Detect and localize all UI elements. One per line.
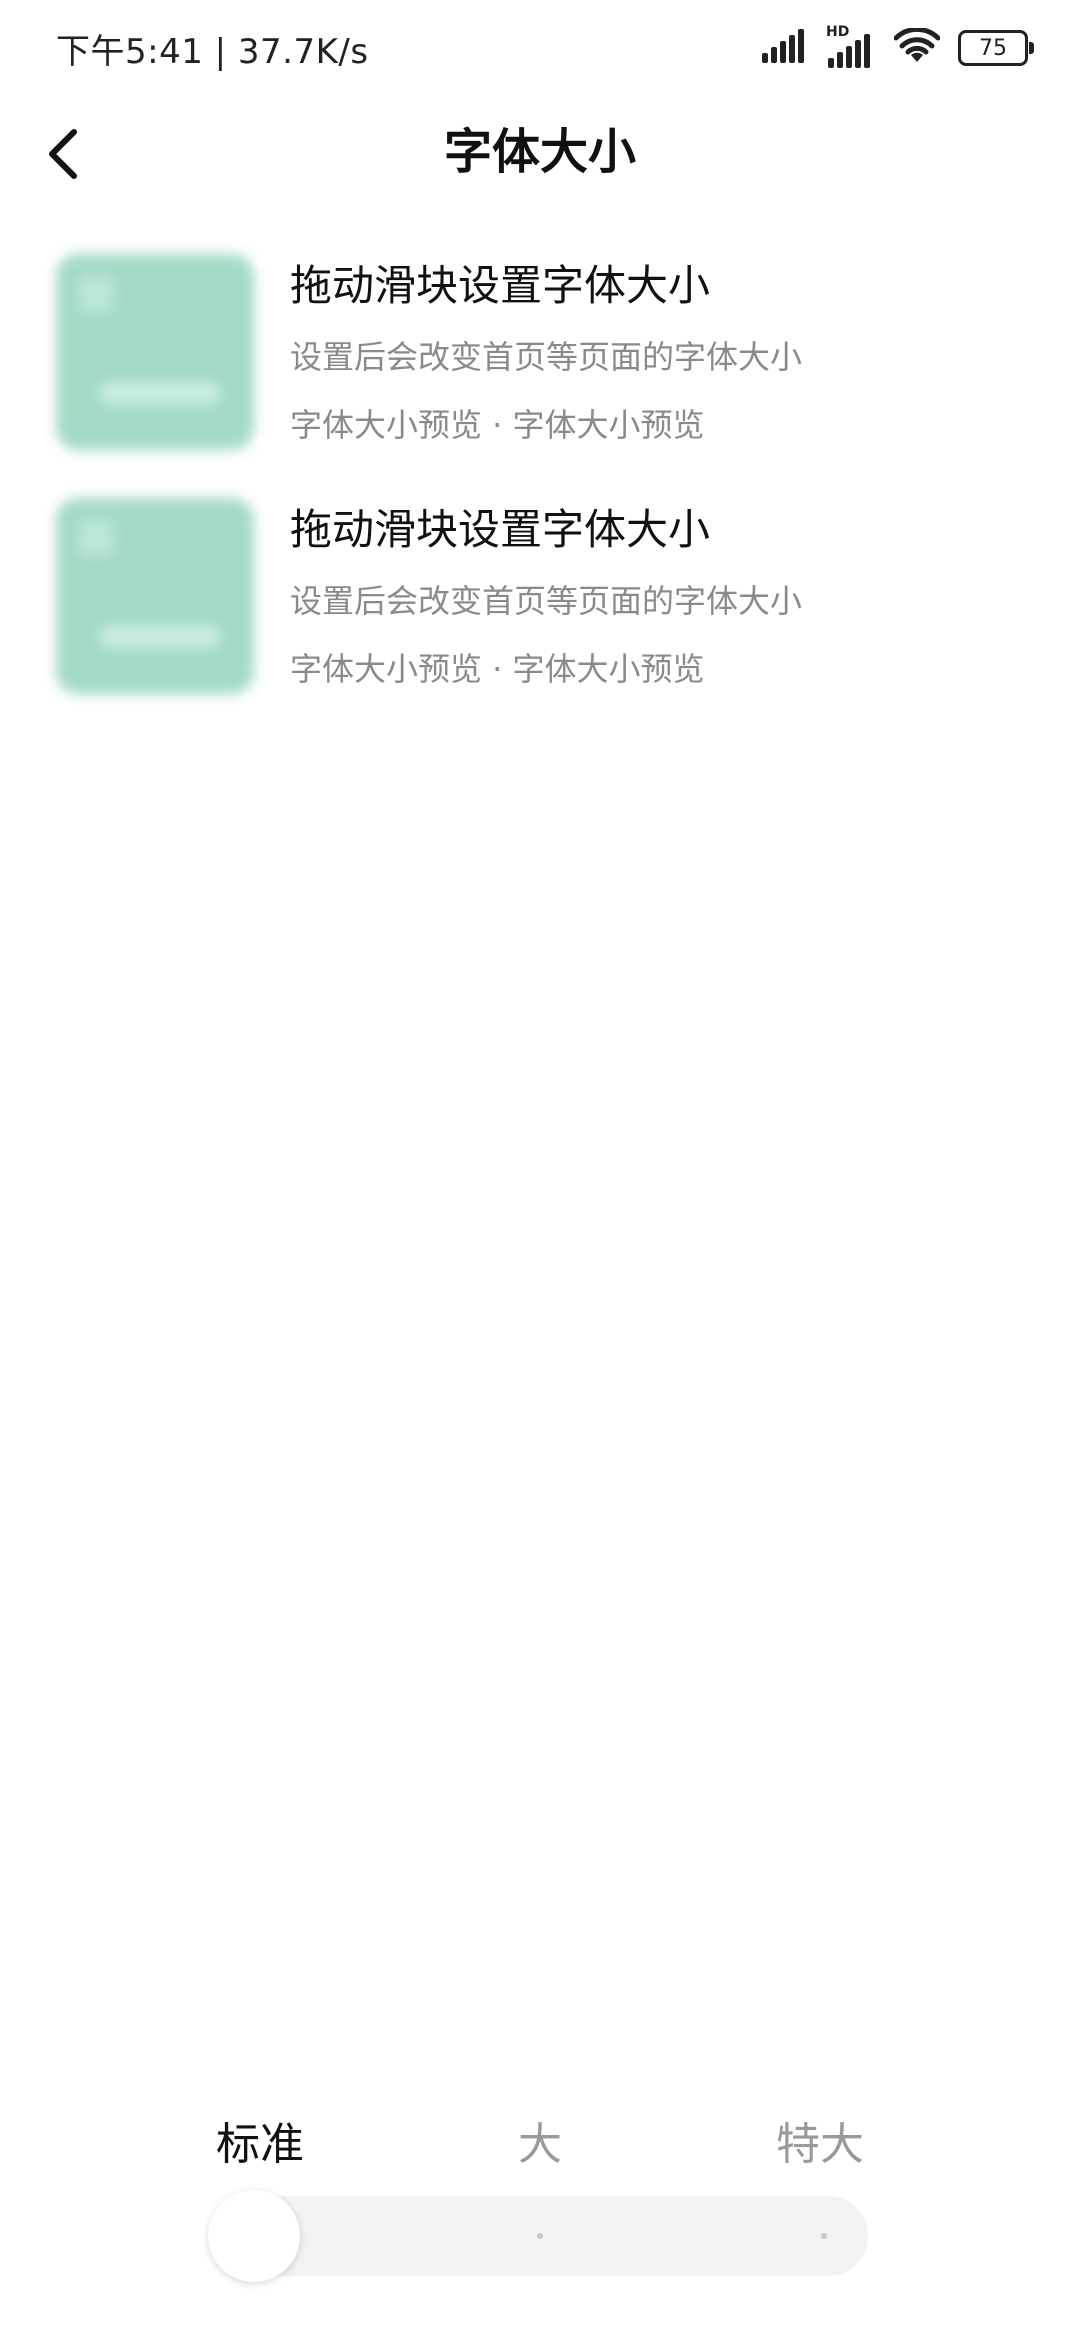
label-standard[interactable]: 标准: [216, 2108, 304, 2172]
item-subtitle: 设置后会改变首页等页面的字体大小: [290, 582, 803, 620]
thumbnail-image: [56, 254, 254, 450]
list-item: 拖动滑块设置字体大小 设置后会改变首页等页面的字体大小 字体大小预览 · 字体大…: [0, 484, 1080, 728]
item-title: 拖动滑块设置字体大小: [290, 261, 711, 310]
label-large[interactable]: 大: [518, 2108, 562, 2172]
label-extra-large[interactable]: 特大: [776, 2108, 864, 2172]
signal-hd-icon: HD: [826, 24, 876, 68]
slider-tick-extra-large: [821, 2233, 827, 2239]
signal-icon: [762, 29, 808, 67]
list-item: 拖动滑块设置字体大小 设置后会改变首页等页面的字体大小 字体大小预览 · 字体大…: [0, 240, 1080, 484]
item-meta: 字体大小预览 · 字体大小预览: [290, 406, 705, 444]
item-subtitle: 设置后会改变首页等页面的字体大小: [290, 338, 803, 376]
font-size-slider[interactable]: [208, 2190, 868, 2282]
status-bar: 下午5:41 | 37.7K/s HD 75: [0, 0, 1080, 96]
app-header: 字体大小: [0, 96, 1080, 246]
thumbnail-image: [56, 498, 254, 694]
item-title: 拖动滑块设置字体大小: [290, 505, 711, 554]
item-meta: 字体大小预览 · 字体大小预览: [290, 650, 705, 688]
status-time-speed: 下午5:41 | 37.7K/s: [56, 32, 369, 72]
font-size-labels: 标准 大 特大: [0, 2108, 1080, 2178]
wifi-icon: [893, 26, 941, 68]
font-preview-list: 拖动滑块设置字体大小 设置后会改变首页等页面的字体大小 字体大小预览 · 字体大…: [0, 240, 1080, 728]
status-icons: HD 75: [762, 24, 1034, 70]
page-title: 字体大小: [443, 124, 636, 180]
battery-icon: 75: [958, 30, 1034, 66]
slider-handle[interactable]: [208, 2190, 300, 2282]
slider-tick-large: [537, 2233, 543, 2239]
battery-level: 75: [979, 35, 1007, 61]
